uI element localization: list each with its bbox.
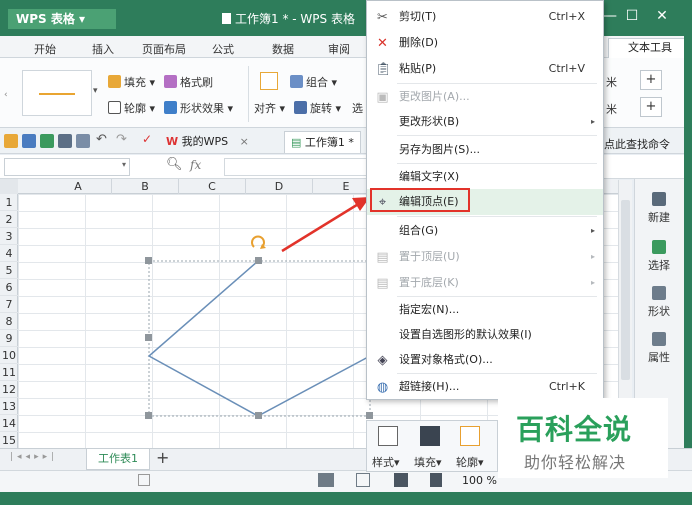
- bring-front-icon: ▤: [376, 250, 389, 265]
- menu-label-delete: 删除(D): [399, 36, 439, 49]
- side-shape-label: 形状: [648, 305, 670, 318]
- side-select-button[interactable]: 选择: [636, 240, 682, 273]
- menu-label-change-shape: 更改形状(B): [399, 115, 460, 128]
- menu-label-paste: 粘贴(P): [399, 62, 437, 75]
- select-icon: [652, 240, 666, 254]
- side-select-label: 选择: [648, 259, 670, 272]
- side-properties-label: 属性: [648, 351, 670, 364]
- resize-handle[interactable]: [255, 412, 262, 419]
- window-edge: [684, 36, 692, 492]
- menu-item-assign-macro[interactable]: 指定宏(N)...: [367, 297, 603, 323]
- menu-item-default-effect[interactable]: 设置自选图形的默认效果(I): [367, 322, 603, 348]
- properties-icon: [652, 332, 666, 346]
- submenu-arrow-icon: ▸: [590, 252, 595, 261]
- resize-handle[interactable]: [366, 412, 373, 419]
- resize-handle[interactable]: [255, 257, 262, 264]
- shortcut-hyperlink: Ctrl+K: [548, 380, 585, 393]
- paste-icon: 📋︎: [375, 62, 392, 77]
- shape-icon: [652, 286, 666, 300]
- menu-label-assign-macro: 指定宏(N)...: [399, 303, 460, 316]
- menu-item-change-picture[interactable]: ▣ 更改图片(A)...: [367, 84, 603, 110]
- resize-handle[interactable]: [145, 412, 152, 419]
- send-back-icon: ▤: [376, 276, 389, 291]
- hyperlink-icon: ◍: [376, 380, 389, 395]
- menu-label-send-to-back: 置于底层(K): [399, 276, 459, 289]
- menu-item-cut[interactable]: ✂ 剪切(T) Ctrl+X: [367, 4, 603, 30]
- menu-label-cut: 剪切(T): [399, 10, 437, 23]
- annotation-arrow: [281, 201, 361, 253]
- menu-label-default-effect: 设置自选图形的默认效果(I): [399, 328, 532, 341]
- format-object-icon: ◈: [377, 353, 388, 368]
- menu-label-bring-to-front: 置于顶层(U): [399, 250, 460, 263]
- delete-icon: ✕: [377, 36, 388, 51]
- resize-handle[interactable]: [145, 257, 152, 264]
- menu-separator: [397, 135, 597, 136]
- menu-item-group[interactable]: 组合(G) ▸: [367, 218, 603, 244]
- menu-label-format-object: 设置对象格式(O)...: [399, 353, 493, 366]
- add-sheet-button[interactable]: +: [156, 448, 169, 467]
- menu-item-change-shape[interactable]: 更改形状(B) ▸: [367, 109, 603, 135]
- side-new-button[interactable]: 新建: [636, 192, 682, 225]
- style-icon: [378, 426, 398, 446]
- selection-frame: [148, 260, 371, 417]
- mini-fill-button[interactable]: 填充▾: [414, 454, 442, 470]
- mini-style-button[interactable]: 样式▾: [372, 454, 400, 470]
- zoom-level[interactable]: 100 %: [462, 474, 497, 487]
- resize-handle[interactable]: [145, 334, 152, 341]
- mini-outline-label: 轮廓: [456, 456, 478, 469]
- menu-item-format-object[interactable]: ◈ 设置对象格式(O)...: [367, 347, 603, 373]
- menu-label-hyperlink: 超链接(H)...: [399, 380, 460, 393]
- sheet-nav-icon[interactable]: |◂◂▸▸|: [10, 452, 58, 462]
- taskbar-strip: [0, 492, 692, 505]
- side-new-label: 新建: [648, 211, 670, 224]
- submenu-arrow-icon: ▸: [590, 226, 595, 235]
- watermark-title: 百科全说: [516, 413, 633, 446]
- menu-label-edit-text: 编辑文字(X): [399, 170, 460, 183]
- reading-mode-icon[interactable]: [394, 473, 408, 487]
- submenu-arrow-icon: ▸: [590, 278, 595, 287]
- menu-separator: [397, 216, 597, 217]
- highlight-box: [370, 188, 470, 212]
- normal-view-icon[interactable]: [318, 473, 334, 487]
- menu-item-send-to-back[interactable]: ▤ 置于底层(K) ▸: [367, 270, 603, 296]
- menu-item-delete[interactable]: ✕ 删除(D): [367, 30, 603, 56]
- side-shape-button[interactable]: 形状: [636, 286, 682, 319]
- shortcut-paste: Ctrl+V: [548, 62, 585, 75]
- fill-bucket-icon: [420, 426, 440, 446]
- menu-item-paste[interactable]: 📋︎ 粘贴(P) Ctrl+V: [367, 56, 603, 82]
- watermark-subtitle: 助你轻松解决: [524, 453, 627, 472]
- diamond-shape[interactable]: [147, 260, 371, 417]
- submenu-arrow-icon: ▸: [590, 117, 595, 126]
- menu-label-group: 组合(G): [399, 224, 439, 237]
- new-icon: [652, 192, 666, 206]
- mini-style-label: 样式: [372, 456, 394, 469]
- scrollbar-thumb[interactable]: [621, 200, 630, 380]
- mini-fill-label: 填充: [414, 456, 436, 469]
- page-break-view-icon[interactable]: [356, 473, 370, 487]
- eye-protect-icon[interactable]: [430, 473, 442, 487]
- change-picture-icon: ▣: [376, 90, 389, 105]
- outline-pen-icon: [460, 426, 480, 446]
- scissors-icon: ✂: [377, 10, 388, 25]
- menu-label-save-as-picture: 另存为图片(S)...: [399, 143, 481, 156]
- menu-item-hyperlink[interactable]: ◍ 超链接(H)... Ctrl+K: [367, 374, 603, 400]
- side-properties-button[interactable]: 属性: [636, 332, 682, 365]
- mini-outline-button[interactable]: 轮廓▾: [456, 454, 484, 470]
- menu-item-bring-to-front[interactable]: ▤ 置于顶层(U) ▸: [367, 244, 603, 270]
- macro-record-icon[interactable]: [138, 474, 150, 486]
- sheet-tab-1[interactable]: 工作表1: [86, 449, 150, 470]
- menu-item-edit-text[interactable]: 编辑文字(X): [367, 164, 603, 190]
- menu-label-change-picture: 更改图片(A)...: [399, 90, 470, 103]
- shortcut-cut: Ctrl+X: [548, 10, 585, 23]
- menu-item-save-as-picture[interactable]: 另存为图片(S)...: [367, 137, 603, 163]
